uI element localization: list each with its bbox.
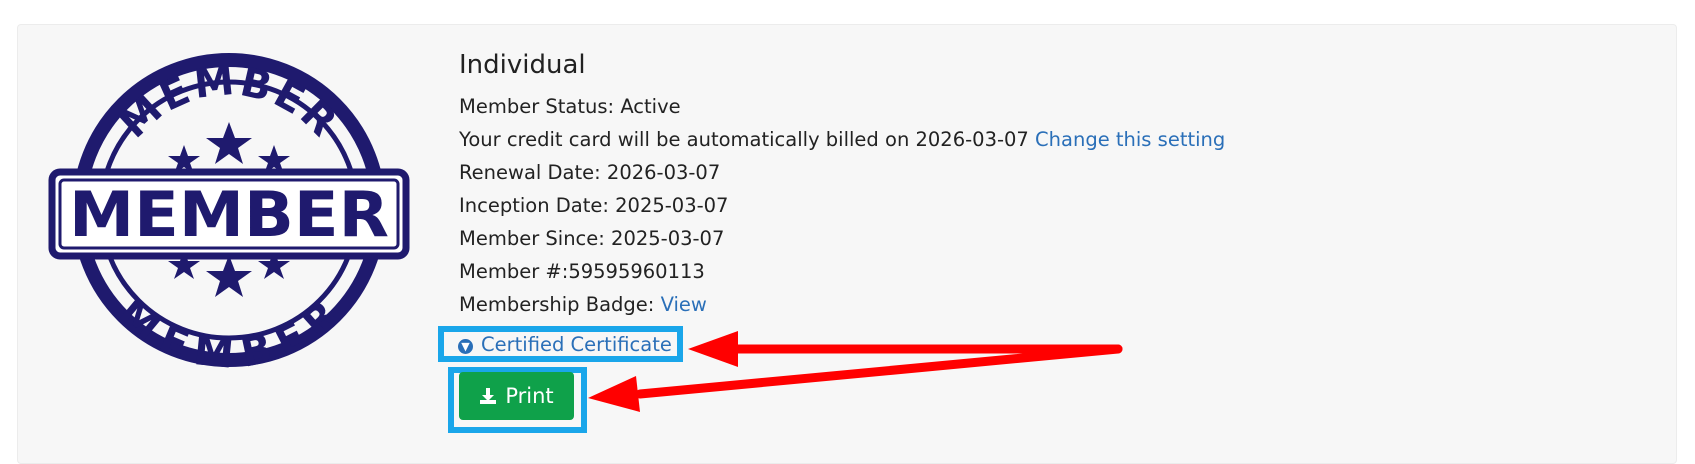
stamp-main-text: MEMBER [69, 178, 389, 251]
change-setting-link[interactable]: Change this setting [1035, 128, 1225, 151]
member-since: Member Since: 2025-03-07 [459, 227, 725, 250]
circle-arrow-down-icon: ▼ [458, 339, 473, 354]
print-button[interactable]: Print [459, 372, 574, 420]
badge-label: Membership Badge: [459, 293, 655, 316]
stamp-ring-text-bottom: MEMBER [109, 290, 350, 370]
billing-text: Your credit card will be automatically b… [459, 128, 1029, 151]
certificate-link-label: Certified Certificate [481, 333, 672, 356]
billing-row: Your credit card will be automatically b… [459, 123, 1225, 156]
badge-row: Membership Badge: View [459, 288, 1225, 321]
certified-certificate-link[interactable]: ▼ Certified Certificate [458, 332, 672, 358]
download-icon [480, 388, 497, 404]
badge-view-link[interactable]: View [661, 293, 707, 316]
inception-date: Inception Date: 2025-03-07 [459, 194, 729, 217]
membership-info: Individual Member Status: Active Your cr… [459, 48, 1225, 321]
member-status: Member Status: Active [459, 95, 681, 118]
member-stamp-logo: MEMBER MEMBER MEMBER [48, 53, 410, 370]
membership-type-title: Individual [459, 50, 586, 80]
renewal-date: Renewal Date: 2026-03-07 [459, 161, 721, 184]
stamp-stars-top [168, 122, 290, 174]
member-number: Member #:59595960113 [459, 260, 705, 283]
print-button-label: Print [505, 384, 554, 408]
